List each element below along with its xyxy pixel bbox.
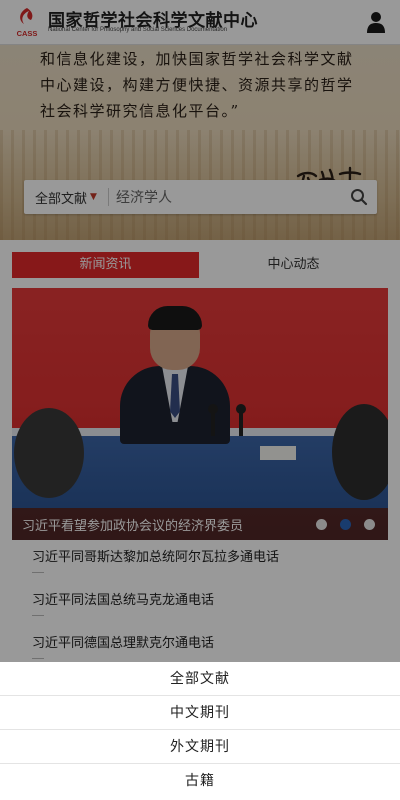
search-scope-action-sheet: 全部文献 中文期刊 外文期刊 古籍 bbox=[0, 662, 400, 800]
sheet-option-chinese-journals[interactable]: 中文期刊 bbox=[0, 696, 400, 730]
sheet-option-foreign-journals[interactable]: 外文期刊 bbox=[0, 730, 400, 764]
sheet-option-all-documents[interactable]: 全部文献 bbox=[0, 662, 400, 696]
sheet-option-ancient-books[interactable]: 古籍 bbox=[0, 764, 400, 798]
